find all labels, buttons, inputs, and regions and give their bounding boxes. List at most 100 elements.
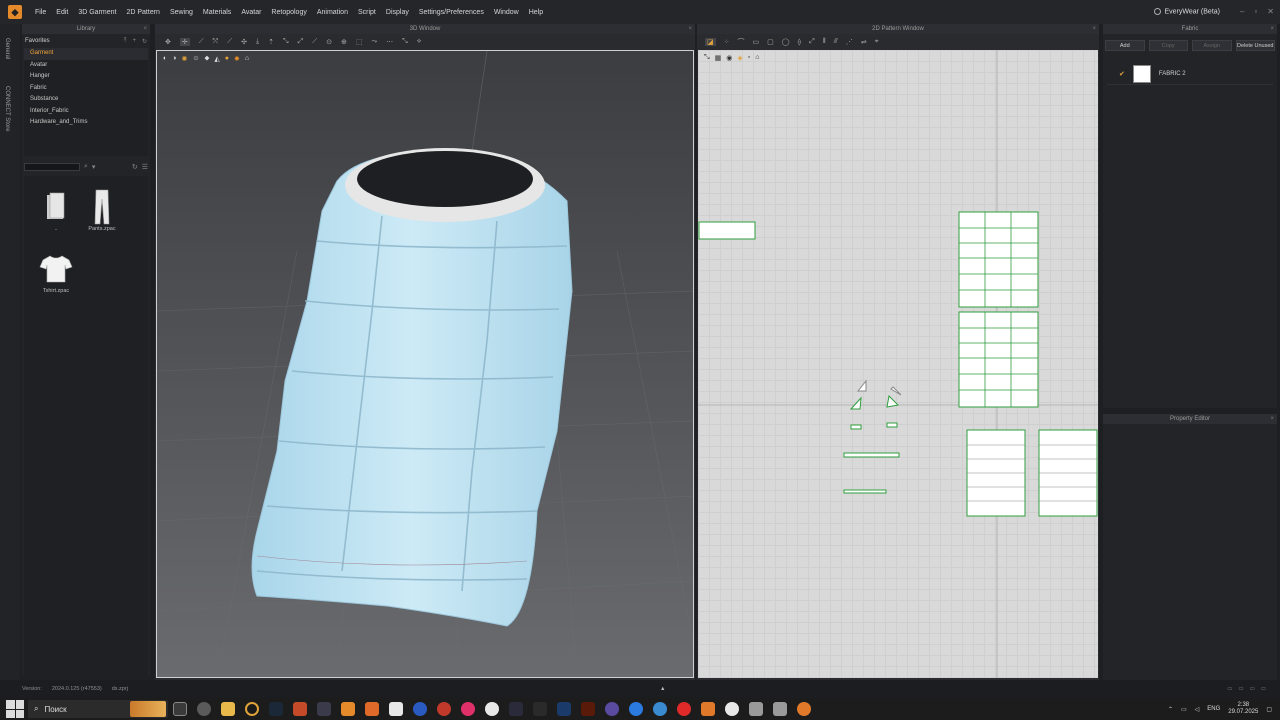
- photoshop-icon[interactable]: [557, 702, 571, 716]
- tab-general[interactable]: General: [4, 38, 10, 59]
- fabric-list-item[interactable]: ✔ FABRIC 2: [1107, 63, 1273, 85]
- pattern-piece[interactable]: [849, 396, 862, 410]
- seam-tool-icon[interactable]: ⤢: [298, 38, 304, 46]
- skin-icon[interactable]: ●: [225, 55, 229, 63]
- blender-icon[interactable]: [797, 702, 811, 716]
- menu-materials[interactable]: Materials: [198, 9, 236, 16]
- favorite-hardware-and-trims[interactable]: Hardware_and_Trims: [24, 117, 148, 129]
- list-view-icon[interactable]: ☰: [142, 163, 148, 171]
- pattern-piece[interactable]: [958, 211, 1039, 308]
- 3d-viewport[interactable]: ◐ ◑ ✺ ☺ ⬥ ◭ ● ✹ ⌂: [156, 50, 694, 678]
- app-icon[interactable]: [605, 702, 619, 716]
- taskbar-search[interactable]: ⌕ Поиск: [28, 700, 168, 718]
- menu-help[interactable]: Help: [524, 9, 548, 16]
- favorite-hanger[interactable]: Hanger: [24, 71, 148, 83]
- show-grid-icon[interactable]: ▦: [715, 54, 722, 62]
- edit-pattern-icon[interactable]: ⁘: [724, 38, 730, 46]
- tack-tool-icon[interactable]: ⤓: [256, 38, 259, 46]
- puffer-garment[interactable]: [251, 148, 573, 627]
- copy-fabric-button[interactable]: Copy: [1148, 40, 1188, 51]
- app-icon[interactable]: [461, 702, 475, 716]
- pattern-piece[interactable]: [856, 379, 867, 392]
- app-icon[interactable]: [365, 702, 379, 716]
- hanger-icon[interactable]: ⌂: [755, 54, 759, 62]
- steam-tool-icon[interactable]: ⇡: [268, 38, 274, 46]
- button-tool-icon[interactable]: ⬚: [356, 38, 363, 46]
- asset-tshirt[interactable]: Tshirt.zpac: [36, 250, 76, 294]
- transform-pattern-icon[interactable]: ◪: [705, 38, 716, 46]
- favorite-garment[interactable]: Garment: [24, 48, 148, 60]
- app-logo-icon[interactable]: ◆: [8, 5, 22, 19]
- texture-display-icon[interactable]: ✺: [181, 55, 187, 63]
- blender-icon[interactable]: [701, 702, 715, 716]
- pin-tool-icon[interactable]: ⟋: [227, 38, 232, 46]
- puckering-tool-icon[interactable]: ⤡: [402, 38, 408, 46]
- close-icon[interactable]: ✕: [1267, 7, 1274, 16]
- pattern-piece[interactable]: [843, 452, 900, 458]
- search-icon[interactable]: ⌕: [84, 163, 88, 171]
- app-icon[interactable]: [773, 702, 787, 716]
- pattern-piece[interactable]: [850, 424, 862, 430]
- close-icon[interactable]: ×: [143, 24, 147, 34]
- circle-tool-icon[interactable]: ◯: [782, 38, 790, 46]
- menu-script[interactable]: Script: [353, 9, 381, 16]
- gathering-icon[interactable]: ⇌: [861, 38, 867, 46]
- hanger-icon[interactable]: ⌂: [245, 55, 249, 63]
- check-sewing-icon[interactable]: ⋰: [846, 38, 853, 46]
- browser-icon[interactable]: [629, 702, 643, 716]
- layer-icon[interactable]: ▫: [748, 54, 750, 62]
- menu-settings[interactable]: Settings/Preferences: [414, 9, 489, 16]
- menu-sewing[interactable]: Sewing: [165, 9, 198, 16]
- pattern-piece[interactable]: [958, 311, 1039, 408]
- close-icon[interactable]: ×: [688, 24, 692, 34]
- menu-animation[interactable]: Animation: [312, 9, 353, 16]
- app-icon[interactable]: [317, 702, 331, 716]
- assign-fabric-button[interactable]: Assign: [1192, 40, 1232, 51]
- menu-retopology[interactable]: Retopology: [266, 9, 311, 16]
- rectangle-tool-icon[interactable]: ▢: [767, 38, 774, 46]
- pattern-piece[interactable]: [886, 394, 900, 408]
- close-icon[interactable]: ×: [1270, 414, 1274, 424]
- delete-unused-button[interactable]: Delete Unused: [1235, 40, 1275, 51]
- minimize-icon[interactable]: –: [1240, 7, 1244, 16]
- chevron-down-icon[interactable]: ▾: [92, 163, 96, 171]
- tape-tool-icon[interactable]: ⟋: [312, 38, 317, 46]
- garment-display-icon[interactable]: ◑: [172, 55, 176, 63]
- show-lines-icon[interactable]: ⤡: [704, 54, 710, 62]
- task-view-icon[interactable]: [173, 702, 187, 716]
- settings-icon[interactable]: [197, 702, 211, 716]
- pin-display-icon[interactable]: ⬥: [205, 55, 210, 63]
- internal-line-icon[interactable]: ⤢: [809, 38, 815, 46]
- menu-2d-pattern[interactable]: 2D Pattern: [121, 9, 164, 16]
- menu-window[interactable]: Window: [489, 9, 524, 16]
- avatar-display-icon[interactable]: ◐: [163, 55, 167, 63]
- menu-file[interactable]: File: [30, 9, 51, 16]
- close-icon[interactable]: ×: [1092, 24, 1096, 34]
- speaker-icon[interactable]: ◁: [1195, 706, 1200, 713]
- texture-display-icon[interactable]: ◈: [737, 54, 742, 62]
- pattern-piece[interactable]: [698, 221, 756, 240]
- polygon-tool-icon[interactable]: ▭: [753, 38, 760, 46]
- refresh-icon[interactable]: ↻: [132, 163, 138, 171]
- close-icon[interactable]: ×: [1270, 24, 1274, 34]
- segment-sewing-icon[interactable]: ⫴: [823, 38, 826, 46]
- menu-display[interactable]: Display: [381, 9, 414, 16]
- add-fabric-button[interactable]: Add: [1105, 40, 1145, 51]
- asset-pants[interactable]: Pants.zpac: [82, 188, 122, 232]
- illustrator-icon[interactable]: [581, 702, 595, 716]
- app-icon[interactable]: [437, 702, 451, 716]
- fold-tool-icon[interactable]: ⤲: [213, 38, 219, 46]
- chevron-up-icon[interactable]: ⌃: [1168, 706, 1173, 713]
- move-tool-icon[interactable]: ✣: [241, 38, 247, 46]
- file-explorer-icon[interactable]: [221, 702, 235, 716]
- pattern-piece[interactable]: [886, 422, 898, 428]
- clock[interactable]: 2:38 29.07.2025: [1228, 702, 1258, 716]
- pattern-piece[interactable]: [890, 386, 902, 396]
- line-tool-icon[interactable]: ⟋: [199, 38, 204, 46]
- notification-icon[interactable]: ▢: [1266, 706, 1272, 713]
- favorite-substance[interactable]: Substance: [24, 94, 148, 106]
- add-icon[interactable]: +: [132, 38, 136, 45]
- transform-tool-icon[interactable]: ✛: [179, 38, 190, 46]
- app-icon[interactable]: [533, 702, 547, 716]
- library-search-input[interactable]: [24, 163, 80, 171]
